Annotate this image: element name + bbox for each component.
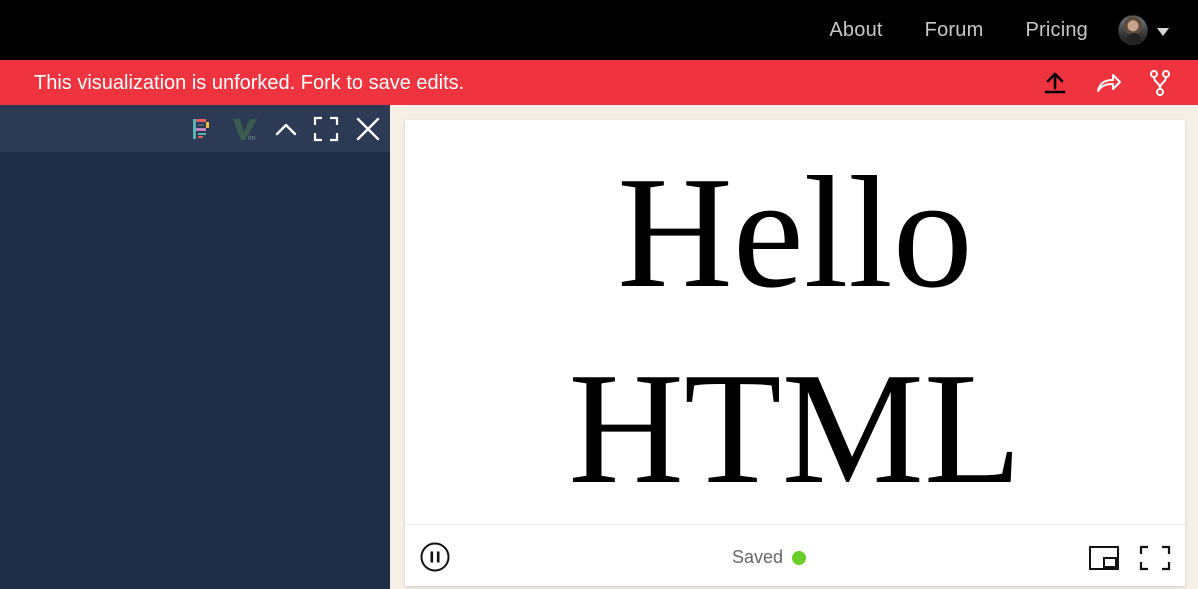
save-status-dot <box>792 551 806 565</box>
preview-pane: Hello HTML Saved <box>405 120 1185 586</box>
caret-down-icon[interactable] <box>1157 28 1169 36</box>
upload-icon[interactable] <box>1041 69 1069 97</box>
vim-icon[interactable]: im <box>231 116 257 142</box>
user-avatar[interactable] <box>1118 15 1148 45</box>
expand-icon[interactable] <box>313 116 339 142</box>
pause-icon[interactable] <box>420 542 450 572</box>
fork-icon[interactable] <box>1146 69 1174 97</box>
close-icon[interactable] <box>355 116 381 142</box>
preview-heading-line-2: HTML <box>568 339 1022 517</box>
picture-in-picture-icon[interactable] <box>1088 544 1120 572</box>
preview-footer: Saved <box>405 524 1185 586</box>
svg-text:im: im <box>248 135 256 142</box>
editor-toolbar: im <box>0 105 390 152</box>
chevron-up-icon[interactable] <box>273 116 299 142</box>
nav-link-about[interactable]: About <box>829 19 882 42</box>
save-status: Saved <box>732 547 784 567</box>
nav-links: About Forum Pricing <box>829 0 1088 60</box>
top-navbar: About Forum Pricing <box>0 0 1198 60</box>
preview-heading-line-1: Hello <box>617 143 973 321</box>
editor-panel: im <box>0 105 390 589</box>
nav-link-pricing[interactable]: Pricing <box>1025 19 1088 42</box>
unforked-banner: This visualization is unforked. Fork to … <box>0 60 1198 105</box>
preview-output: Hello HTML <box>405 134 1185 526</box>
nav-link-forum[interactable]: Forum <box>925 19 984 42</box>
share-icon[interactable] <box>1094 69 1122 97</box>
banner-message: This visualization is unforked. Fork to … <box>34 72 465 94</box>
fullscreen-icon[interactable] <box>1139 544 1171 572</box>
prettier-icon[interactable] <box>189 116 215 142</box>
